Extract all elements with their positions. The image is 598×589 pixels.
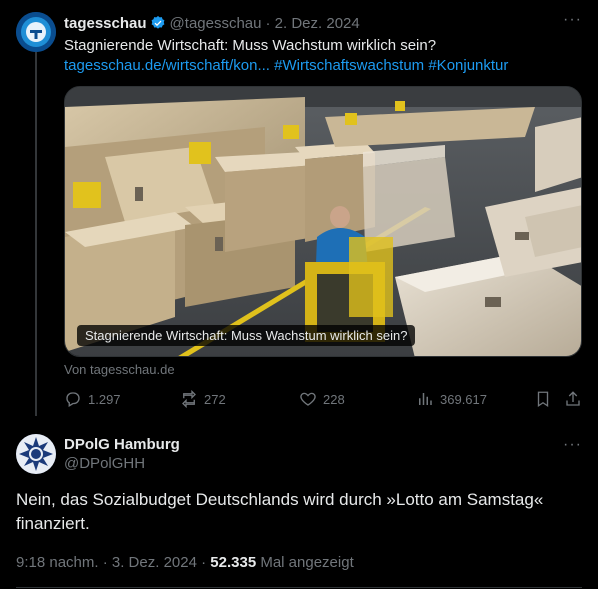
heart-icon bbox=[300, 392, 316, 406]
warehouse-photo bbox=[65, 87, 581, 356]
tweet1-more-icon[interactable]: ··· bbox=[563, 11, 582, 29]
tagesschau-avatar[interactable] bbox=[16, 12, 56, 52]
tweet2-views-label: Mal angezeigt bbox=[256, 554, 354, 571]
tweet1-media-card[interactable]: Stagnierende Wirtschaft: Muss Wachstum w… bbox=[64, 86, 582, 357]
reply-button[interactable]: 1.297 bbox=[64, 390, 121, 408]
share-icon bbox=[566, 391, 580, 406]
bookmark-icon bbox=[537, 391, 549, 408]
tagesschau-logo-icon bbox=[16, 12, 56, 52]
hashtag-konjunktur[interactable]: #Konjunktur bbox=[428, 57, 508, 74]
repost-count: 272 bbox=[204, 391, 226, 407]
tweet1-handle[interactable]: @tagesschau bbox=[170, 15, 262, 32]
reply-count: 1.297 bbox=[88, 391, 121, 407]
tweet1-link[interactable]: tagesschau.de/wirtschaft/kon... bbox=[64, 57, 270, 74]
views-button[interactable]: 369.617 bbox=[416, 390, 487, 408]
tweet1-action-bar: 1.297 272 228 369.617 bbox=[64, 390, 582, 412]
tweet2-header: DPolG Hamburg @DPolGHH ··· bbox=[64, 436, 582, 472]
police-star-badge-icon bbox=[16, 434, 56, 474]
reply-icon bbox=[66, 392, 80, 407]
verified-badge-icon bbox=[151, 16, 164, 29]
tweet2-handle[interactable]: @DPolGHH bbox=[64, 455, 582, 472]
repost-icon bbox=[182, 390, 196, 408]
tweet2-text: Nein, das Sozialbudget Deutschlands wird… bbox=[16, 490, 544, 533]
repost-button[interactable]: 272 bbox=[180, 390, 226, 408]
thread-line bbox=[35, 52, 37, 416]
like-button[interactable]: 228 bbox=[299, 390, 345, 408]
media-caption: Stagnierende Wirtschaft: Muss Wachstum w… bbox=[77, 325, 416, 346]
views-bar-chart-icon bbox=[419, 393, 432, 405]
like-count: 228 bbox=[323, 391, 345, 407]
tweet2-timestamp[interactable]: 9:18 nachm. · 3. Dez. 2024 · bbox=[16, 554, 210, 571]
tweet1-date[interactable]: · 2. Dez. 2024 bbox=[266, 15, 360, 32]
hashtag-wirtschaftswachstum[interactable]: #Wirtschaftswachstum bbox=[274, 57, 424, 74]
tweet2-views-count: 52.335 bbox=[210, 554, 257, 571]
divider bbox=[16, 587, 582, 588]
tweet2-author-name[interactable]: DPolG Hamburg bbox=[64, 436, 582, 453]
tweet1-text-body: Stagnierende Wirtschaft: Muss Wachstum w… bbox=[64, 37, 437, 54]
tweet1-text: Stagnierende Wirtschaft: Muss Wachstum w… bbox=[64, 36, 574, 76]
bookmark-button[interactable] bbox=[534, 390, 552, 408]
tweet1-header: tagesschau @tagesschau · 2. Dez. 2024 ··… bbox=[64, 11, 582, 33]
tweet2-more-icon[interactable]: ··· bbox=[563, 436, 582, 454]
tweet2-meta: 9:18 nachm. · 3. Dez. 2024 · 52.335 Mal … bbox=[16, 554, 354, 571]
share-button[interactable] bbox=[564, 390, 582, 408]
views-count: 369.617 bbox=[440, 391, 487, 407]
card-source[interactable]: Von tagesschau.de bbox=[64, 362, 175, 377]
tweet1-author-name[interactable]: tagesschau bbox=[64, 15, 147, 32]
dpolg-avatar[interactable] bbox=[16, 434, 56, 474]
